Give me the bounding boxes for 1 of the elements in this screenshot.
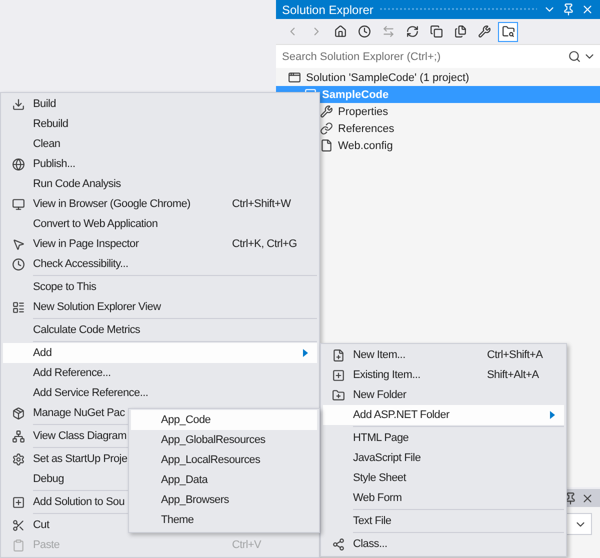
panel-title: Solution Explorer [282, 2, 374, 16]
